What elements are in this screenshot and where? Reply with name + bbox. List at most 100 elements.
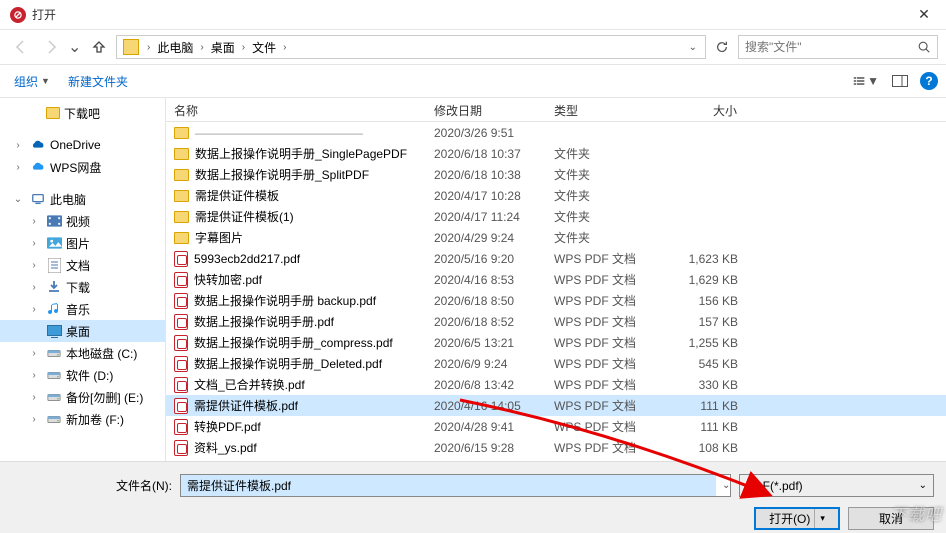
breadcrumb-folder[interactable]: 文件 xyxy=(249,38,279,57)
view-details-button[interactable]: ▼ xyxy=(852,70,880,92)
file-name: 字幕图片 xyxy=(195,229,243,246)
tree-twisty[interactable]: › xyxy=(26,348,42,359)
open-split-dropdown[interactable]: ▾ xyxy=(814,509,825,528)
address-bar[interactable]: › 此电脑 › 桌面 › 文件 › ⌄ xyxy=(116,35,706,59)
file-type: 文件夹 xyxy=(546,145,646,162)
sidebar-item[interactable]: ›音乐 xyxy=(0,298,165,320)
sidebar-item[interactable]: ›图片 xyxy=(0,232,165,254)
tree-twisty[interactable]: › xyxy=(26,260,42,271)
nav-up-button[interactable] xyxy=(86,34,112,60)
tree-twisty[interactable]: › xyxy=(26,282,42,293)
filename-combo[interactable]: ⌄ xyxy=(180,474,731,497)
chevron-down-icon: ⌄ xyxy=(919,480,927,491)
close-button[interactable]: ✕ xyxy=(904,0,944,30)
file-row[interactable]: 数据上报操作说明手册_Deleted.pdf 2020/6/9 9:24 WPS… xyxy=(166,353,946,374)
file-type: 文件夹 xyxy=(546,187,646,204)
tree-twisty[interactable]: › xyxy=(26,370,42,381)
file-row[interactable]: 字幕图片 2020/4/29 9:24 文件夹 xyxy=(166,227,946,248)
file-type: WPS PDF 文档 xyxy=(546,292,646,309)
organize-menu[interactable]: 组织▼ xyxy=(8,69,56,94)
sidebar-item[interactable]: 桌面 xyxy=(0,320,165,342)
sidebar-item[interactable]: › 本地磁盘 (C:) xyxy=(0,342,165,364)
sidebar-item[interactable]: ›新加卷 (F:) xyxy=(0,408,165,430)
file-row[interactable]: 数据上报操作说明手册_compress.pdf 2020/6/5 13:21 W… xyxy=(166,332,946,353)
sidebar-item-label: OneDrive xyxy=(50,138,101,152)
sidebar-item[interactable]: › OneDrive xyxy=(0,134,165,156)
search-box[interactable] xyxy=(738,35,938,59)
file-name: 数据上报操作说明手册 backup.pdf xyxy=(194,292,376,309)
chevron-right-icon[interactable]: › xyxy=(196,42,207,53)
open-button[interactable]: 打开(O)▾ xyxy=(754,507,840,530)
help-button[interactable]: ? xyxy=(920,72,938,90)
folder-icon xyxy=(174,127,189,139)
tree-twisty[interactable]: › xyxy=(10,140,26,151)
chevron-right-icon[interactable]: › xyxy=(279,42,290,53)
address-dropdown[interactable]: ⌄ xyxy=(683,42,703,53)
file-type: WPS PDF 文档 xyxy=(546,271,646,288)
file-row[interactable]: 文档_已合并转换.pdf 2020/6/8 13:42 WPS PDF 文档 3… xyxy=(166,374,946,395)
sidebar-item[interactable]: ›软件 (D:) xyxy=(0,364,165,386)
file-row[interactable]: 数据上报操作说明手册_SinglePagePDF 2020/6/18 10:37… xyxy=(166,143,946,164)
file-row[interactable]: 数据上报操作说明手册_SplitPDF 2020/6/18 10:38 文件夹 xyxy=(166,164,946,185)
tree-twisty[interactable]: ⌄ xyxy=(10,194,26,205)
tree-twisty[interactable]: › xyxy=(26,304,42,315)
sidebar-item[interactable]: › 下载 xyxy=(0,276,165,298)
file-date: 2020/4/16 14:05 xyxy=(426,399,546,413)
file-row[interactable]: 5993ecb2dd217.pdf 2020/5/16 9:20 WPS PDF… xyxy=(166,248,946,269)
file-row[interactable]: 转换PDF.pdf 2020/4/28 9:41 WPS PDF 文档 111 … xyxy=(166,416,946,437)
tree-twisty[interactable]: › xyxy=(26,414,42,425)
app-icon xyxy=(10,7,26,23)
filename-input[interactable] xyxy=(181,475,716,496)
sidebar-item[interactable]: ›视频 xyxy=(0,210,165,232)
col-date[interactable]: 修改日期 xyxy=(426,98,546,121)
nav-forward-button xyxy=(38,34,64,60)
file-row[interactable]: 资料_ys.pdf 2020/6/15 9:28 WPS PDF 文档 108 … xyxy=(166,437,946,458)
chevron-right-icon[interactable]: › xyxy=(238,42,249,53)
file-row[interactable]: 需提供证件模板.pdf 2020/4/16 14:05 WPS PDF 文档 1… xyxy=(166,395,946,416)
file-row[interactable]: 数据上报操作说明手册.pdf 2020/6/18 8:52 WPS PDF 文档… xyxy=(166,311,946,332)
breadcrumb-desktop[interactable]: 桌面 xyxy=(208,38,238,57)
sidebar-item[interactable]: ⌄ 此电脑 xyxy=(0,188,165,210)
col-name[interactable]: 名称 xyxy=(166,98,426,121)
chevron-down-icon: ▼ xyxy=(41,76,50,86)
file-name: 需提供证件模板.pdf xyxy=(194,397,298,414)
tree-twisty[interactable]: › xyxy=(26,392,42,403)
file-name: 需提供证件模板(1) xyxy=(195,208,294,225)
col-type[interactable]: 类型 xyxy=(546,98,646,121)
sidebar-item[interactable]: ›备份[勿删] (E:) xyxy=(0,386,165,408)
file-row[interactable]: 数据上报操作说明手册 backup.pdf 2020/6/18 8:50 WPS… xyxy=(166,290,946,311)
cancel-button[interactable]: 取消 xyxy=(848,507,934,530)
file-type: WPS PDF 文档 xyxy=(546,439,646,456)
file-size: 1,629 KB xyxy=(646,273,746,287)
chevron-right-icon[interactable]: › xyxy=(143,42,154,53)
breadcrumb-pc[interactable]: 此电脑 xyxy=(154,38,196,57)
tree-twisty[interactable]: › xyxy=(10,162,26,173)
file-row[interactable]: 快转加密.pdf 2020/4/16 8:53 WPS PDF 文档 1,629… xyxy=(166,269,946,290)
file-list[interactable]: —————————————— 2020/3/26 9:51 数据上报操作说明手册… xyxy=(166,122,946,461)
file-size: 1,255 KB xyxy=(646,336,746,350)
filetype-filter[interactable]: PDF(*.pdf) ⌄ xyxy=(739,474,934,497)
file-name: 数据上报操作说明手册_Deleted.pdf xyxy=(194,355,382,372)
sidebar-item-label: 下载 xyxy=(66,279,90,296)
new-folder-button[interactable]: 新建文件夹 xyxy=(62,69,134,94)
folder-icon xyxy=(174,190,189,202)
file-type: WPS PDF 文档 xyxy=(546,376,646,393)
col-size[interactable]: 大小 xyxy=(646,98,746,121)
tree-twisty[interactable]: › xyxy=(26,238,42,249)
sidebar-item-label: 此电脑 xyxy=(50,191,86,208)
sidebar-item[interactable]: ›WPS网盘 xyxy=(0,156,165,178)
tree-twisty[interactable]: › xyxy=(26,216,42,227)
file-row[interactable]: —————————————— 2020/3/26 9:51 xyxy=(166,122,946,143)
refresh-button[interactable] xyxy=(710,35,734,59)
sidebar-item-label: 本地磁盘 (C:) xyxy=(66,345,137,362)
search-input[interactable] xyxy=(745,40,911,54)
sidebar-item[interactable]: 下载吧 xyxy=(0,102,165,124)
file-row[interactable]: 需提供证件模板 2020/4/17 10:28 文件夹 xyxy=(166,185,946,206)
nav-history-dropdown[interactable]: ⌄ xyxy=(68,37,82,57)
sidebar-item[interactable]: ›文档 xyxy=(0,254,165,276)
preview-pane-button[interactable] xyxy=(886,70,914,92)
search-icon[interactable] xyxy=(917,40,931,54)
sidebar[interactable]: 下载吧›OneDrive›WPS网盘⌄此电脑›视频›图片›文档›下载›音乐桌面›… xyxy=(0,98,166,461)
file-row[interactable]: 需提供证件模板(1) 2020/4/17 11:24 文件夹 xyxy=(166,206,946,227)
filename-dropdown[interactable]: ⌄ xyxy=(716,480,730,491)
